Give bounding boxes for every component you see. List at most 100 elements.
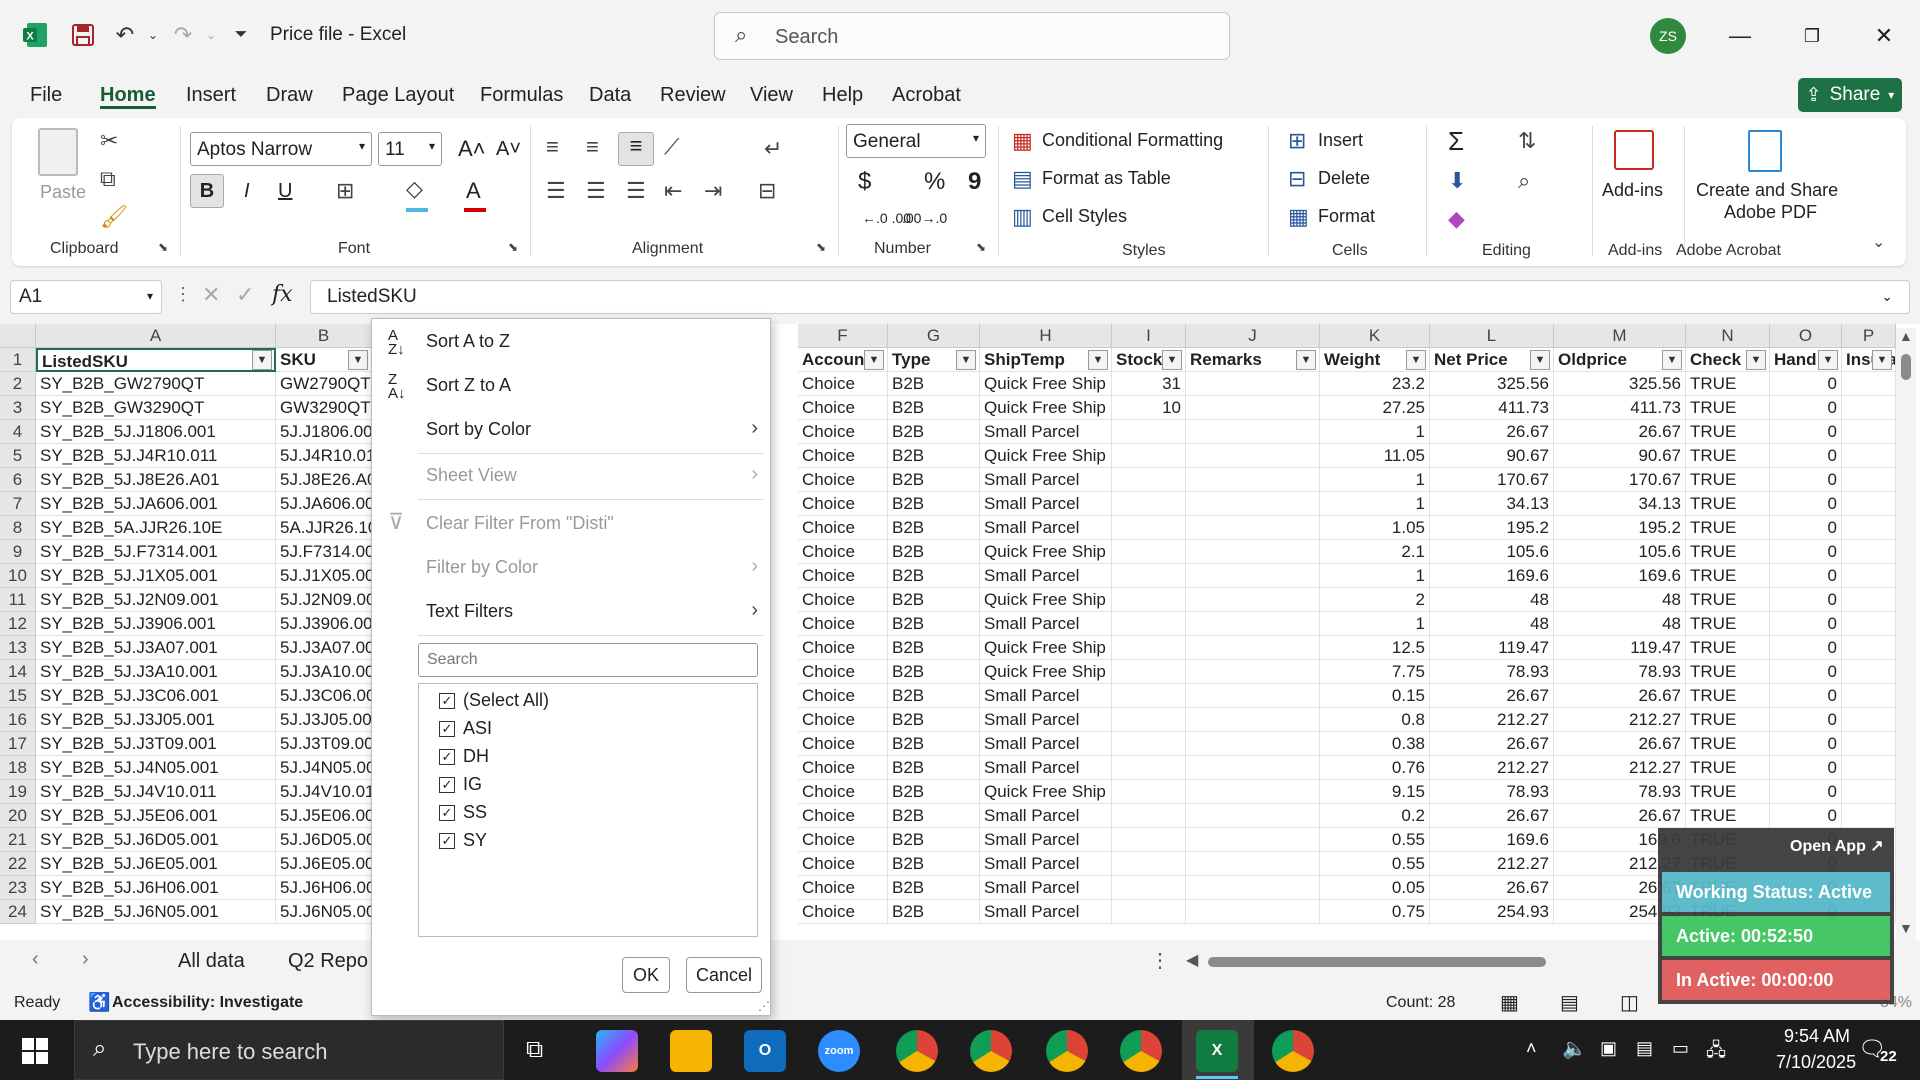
table-cell[interactable]: B2B [888,660,980,684]
table-cell[interactable] [1842,420,1896,444]
show-hidden-icons[interactable]: ˄ [1526,1038,1537,1059]
table-cell[interactable]: 27.25 [1320,396,1430,420]
table-cell[interactable]: 0.55 [1320,852,1430,876]
share-button[interactable]: ⇪ Share ▾ [1798,78,1902,112]
column-header-n[interactable]: N [1686,324,1770,348]
spreadsheet-grid[interactable]: A B F G H I J K L M N O P 1 ListedSKU ▼ SKU ▼ Account ▼ Type… [0,324,1920,940]
decrease-decimal-icon[interactable]: .00→.0 [902,210,947,226]
table-cell[interactable]: 5J.J6H06.00 [276,876,372,900]
table-cell[interactable] [1842,660,1896,684]
resize-grip-icon[interactable]: ⋰ [758,999,770,1013]
align-middle-icon[interactable]: ≡ [586,134,599,160]
insert-cells-button[interactable]: Insert [1318,130,1363,151]
table-cell[interactable] [1186,636,1320,660]
fill-icon[interactable]: ⬇ [1448,168,1466,194]
table-cell[interactable] [1186,876,1320,900]
table-cell[interactable]: Quick Free Ship ( [980,660,1112,684]
font-color-icon[interactable]: A [466,178,481,204]
column-header-b[interactable]: B [276,324,372,348]
table-cell[interactable]: SY_B2B_5J.J4R10.011 [36,444,276,468]
row-header[interactable]: 5 [0,444,36,468]
column-header-m[interactable]: M [1554,324,1686,348]
decrease-font-icon[interactable]: A˅ [496,138,521,161]
table-cell[interactable]: 0.55 [1320,828,1430,852]
table-cell[interactable]: Choice [798,492,888,516]
redo-icon[interactable]: ↷ [168,20,198,50]
table-cell[interactable] [1842,804,1896,828]
table-cell[interactable]: 0 [1770,708,1842,732]
table-cell[interactable]: 90.67 [1554,444,1686,468]
table-cell[interactable] [1112,516,1186,540]
tab-formulas[interactable]: Formulas [480,84,563,107]
table-cell[interactable]: TRUE [1686,708,1770,732]
clock-date[interactable]: 7/10/2025 [1776,1052,1856,1073]
table-cell[interactable]: Choice [798,732,888,756]
wrap-text-icon[interactable]: ↵ [764,136,782,162]
table-cell[interactable]: 0 [1770,756,1842,780]
table-cell[interactable]: Small Parcel [980,804,1112,828]
table-cell[interactable]: B2B [888,396,980,420]
table-cell[interactable] [1842,684,1896,708]
table-cell[interactable] [1112,900,1186,924]
copilot-icon[interactable] [596,1030,638,1072]
table-cell[interactable]: 26.67 [1554,732,1686,756]
normal-view-icon[interactable]: ▦ [1500,990,1519,1015]
table-cell[interactable] [1112,876,1186,900]
table-cell[interactable] [1112,444,1186,468]
table-cell[interactable]: 119.47 [1430,636,1554,660]
table-cell[interactable]: 0 [1770,444,1842,468]
taskbar-search-input[interactable]: ⌕ Type here to search [74,1020,504,1080]
table-cell[interactable] [1112,588,1186,612]
column-header-h[interactable]: H [980,324,1112,348]
table-cell[interactable]: SY_B2B_5J.J1X05.001 [36,564,276,588]
table-cell[interactable]: 5J.F7314.00 [276,540,372,564]
orientation-icon[interactable]: ⟋ [664,134,679,160]
table-cell[interactable] [1112,828,1186,852]
table-cell[interactable]: Small Parcel [980,684,1112,708]
font-name-select[interactable]: Aptos Narrow ▾ [190,132,372,166]
zoom-icon[interactable]: zoom [818,1030,860,1072]
table-cell[interactable]: 0.15 [1320,684,1430,708]
dialog-launcher-icon[interactable]: ⬊ [508,240,518,254]
table-cell[interactable]: 0 [1770,636,1842,660]
search-input[interactable]: ⌕ Search [714,12,1230,60]
filter-dropdown-button[interactable]: ▼ [252,350,272,370]
row-header[interactable]: 1 [0,348,36,372]
table-cell[interactable] [1186,900,1320,924]
table-cell[interactable] [1842,564,1896,588]
table-cell[interactable]: B2B [888,492,980,516]
italic-button[interactable]: I [244,180,250,203]
tab-page-layout[interactable]: Page Layout [342,84,454,107]
table-cell[interactable] [1186,828,1320,852]
table-cell[interactable]: 0.05 [1320,876,1430,900]
currency-button[interactable]: $ [858,168,871,196]
table-cell[interactable]: SY_B2B_5J.J3C06.001 [36,684,276,708]
table-cell[interactable]: 325.56 [1430,372,1554,396]
table-cell[interactable]: Small Parcel [980,708,1112,732]
formula-input[interactable]: ListedSKU ⌄ [310,280,1910,314]
table-cell[interactable]: B2B [888,420,980,444]
table-cell[interactable]: 0 [1770,780,1842,804]
table-cell[interactable]: Choice [798,756,888,780]
table-cell[interactable]: B2B [888,756,980,780]
filter-value-dh[interactable]: ✓ DH [439,746,489,767]
table-cell[interactable]: Quick Free Ship ( [980,444,1112,468]
table-cell[interactable]: SY_B2B_5J.J4V10.011 [36,780,276,804]
table-cell[interactable]: TRUE [1686,492,1770,516]
table-cell[interactable]: Quick Free Ship ( [980,396,1112,420]
accessibility-status[interactable]: Accessibility: Investigate [112,994,303,1012]
table-cell[interactable]: TRUE [1686,636,1770,660]
table-cell[interactable] [1186,852,1320,876]
create-share-pdf-line1[interactable]: Create and Share [1696,180,1838,201]
table-cell[interactable]: 23.2 [1320,372,1430,396]
table-cell[interactable]: Small Parcel [980,420,1112,444]
percent-button[interactable]: % [924,168,945,196]
table-cell[interactable]: Quick Free Ship ( [980,540,1112,564]
row-header[interactable]: 15 [0,684,36,708]
table-cell[interactable] [1186,516,1320,540]
table-cell[interactable]: 26.67 [1430,732,1554,756]
table-cell[interactable] [1842,372,1896,396]
table-cell[interactable]: Choice [798,708,888,732]
table-cell[interactable]: 9.15 [1320,780,1430,804]
table-cell[interactable]: 26.67 [1430,684,1554,708]
